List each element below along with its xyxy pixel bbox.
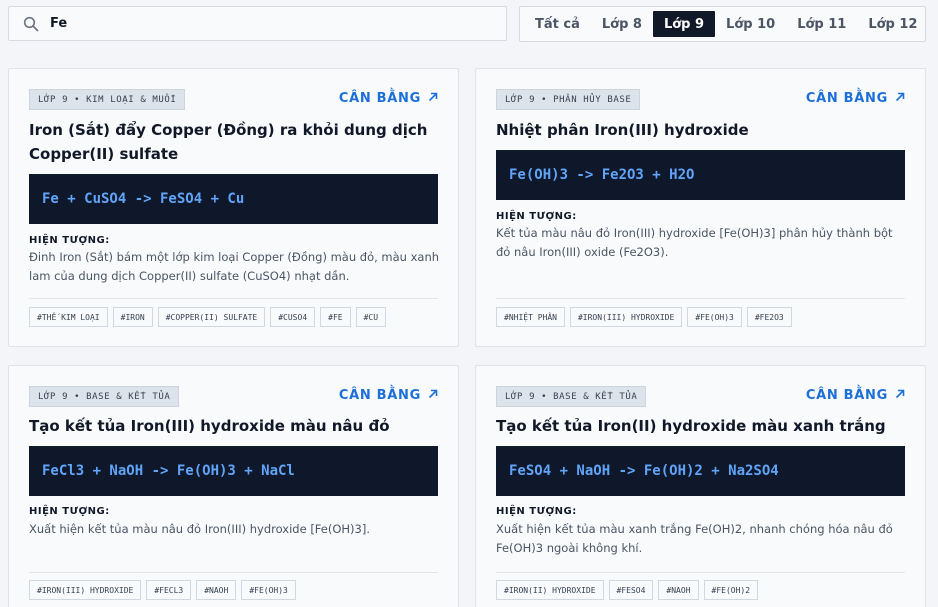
reaction-card[interactable]: LỚP 9 • BASE & KẾT TỦA CÂN BẰNG Tạo kết … — [8, 365, 459, 607]
balance-link[interactable]: CÂN BẰNG — [339, 91, 438, 106]
reaction-title: Iron (Sắt) đẩy Copper (Đồng) ra khỏi dun… — [29, 121, 428, 163]
tab-all[interactable]: Tất cả — [524, 11, 591, 37]
balance-link[interactable]: CÂN BẰNG — [806, 388, 905, 403]
reaction-equation: Fe(OH)3 -> Fe2O3 + H2O — [496, 150, 905, 200]
phenomenon-label: HIỆN TƯỢNG: — [496, 211, 577, 222]
divider — [29, 572, 438, 573]
tab-grade-12[interactable]: Lớp 12 — [857, 11, 928, 37]
tag[interactable]: #CUSO4 — [270, 307, 316, 327]
balance-link[interactable]: CÂN BẰNG — [806, 91, 905, 106]
reaction-equation: FeCl3 + NaOH -> Fe(OH)3 + NaCl — [29, 446, 438, 496]
tag[interactable]: #FE(OH)2 — [703, 580, 759, 600]
phenomenon-text: Xuất hiện kết tủa màu nâu đỏ Iron(III) h… — [29, 522, 371, 536]
tag[interactable]: #NHIỆT PHÂN — [496, 307, 565, 327]
tag[interactable]: #IRON(III) HYDROXIDE — [29, 580, 142, 600]
tag-list: #NHIỆT PHÂN #IRON(III) HYDROXIDE #FE(OH)… — [496, 307, 792, 327]
tag-list: #IRON(III) HYDROXIDE #FECL3 #NAOH #FE(OH… — [29, 580, 296, 600]
tab-grade-11[interactable]: Lớp 11 — [786, 11, 857, 37]
tag-list: #THẾ KIM LOẠI #IRON #COPPER(II) SULFATE … — [29, 307, 387, 327]
reaction-card[interactable]: LỚP 9 • BASE & KẾT TỦA CÂN BẰNG Tạo kết … — [475, 365, 926, 607]
reaction-card[interactable]: LỚP 9 • KIM LOẠI & MUỐI CÂN BẰNG Iron (S… — [8, 68, 459, 347]
tag[interactable]: #NAOH — [658, 580, 699, 600]
arrow-up-right-icon — [895, 91, 905, 106]
tag[interactable]: #FE(OH)3 — [241, 580, 296, 600]
divider — [496, 572, 905, 573]
reaction-equation: FeSO4 + NaOH -> Fe(OH)2 + Na2SO4 — [496, 446, 905, 496]
phenomenon-label: HIỆN TƯỢNG: — [29, 506, 110, 517]
tag[interactable]: #THẾ KIM LOẠI — [29, 307, 108, 327]
search-box[interactable] — [8, 6, 507, 41]
tag[interactable]: #NAOH — [196, 580, 237, 600]
grade-topic-badge: LỚP 9 • PHÂN HỦY BASE — [496, 89, 641, 110]
tab-grade-8[interactable]: Lớp 8 — [591, 11, 653, 37]
reaction-equation: Fe + CuSO4 -> FeSO4 + Cu — [29, 174, 438, 224]
tag[interactable]: #FESO4 — [608, 580, 654, 600]
reaction-title: Nhiệt phân Iron(III) hydroxide — [496, 121, 749, 139]
tag-list: #IRON(II) HYDROXIDE #FESO4 #NAOH #FE(OH)… — [496, 580, 759, 600]
tag[interactable]: #IRON — [112, 307, 153, 327]
phenomenon-text: Xuất hiện kết tủa màu xanh trắng Fe(OH)2… — [496, 522, 893, 555]
grade-topic-badge: LỚP 9 • BASE & KẾT TỦA — [29, 386, 180, 407]
tab-grade-9[interactable]: Lớp 9 — [652, 11, 716, 37]
arrow-up-right-icon — [428, 91, 438, 106]
search-input[interactable] — [50, 16, 470, 31]
top-bar: Tất cả Lớp 8 Lớp 9 Lớp 10 Lớp 11 Lớp 12 — [8, 6, 926, 42]
balance-link[interactable]: CÂN BẰNG — [339, 388, 438, 403]
balance-label: CÂN BẰNG — [338, 388, 421, 403]
tag[interactable]: #FECL3 — [146, 580, 192, 600]
reaction-title: Tạo kết tủa Iron(II) hydroxide màu xanh … — [496, 417, 886, 435]
tab-grade-10[interactable]: Lớp 10 — [715, 11, 786, 37]
divider — [496, 298, 905, 299]
grade-tabs: Tất cả Lớp 8 Lớp 9 Lớp 10 Lớp 11 Lớp 12 — [519, 6, 926, 42]
search-icon — [23, 16, 39, 32]
arrow-up-right-icon — [895, 388, 905, 403]
tag[interactable]: #COPPER(II) SULFATE — [157, 307, 266, 327]
tag[interactable]: #FE2O3 — [746, 307, 792, 327]
tag[interactable]: #CU — [355, 307, 387, 327]
grade-topic-badge: LỚP 9 • BASE & KẾT TỦA — [496, 386, 647, 407]
reaction-title: Tạo kết tủa Iron(III) hydroxide màu nâu … — [29, 417, 390, 435]
tag[interactable]: #FE(OH)3 — [687, 307, 742, 327]
phenomenon-label: HIỆN TƯỢNG: — [496, 506, 577, 517]
balance-label: CÂN BẰNG — [805, 388, 888, 403]
phenomenon-text: Kết tủa màu nâu đỏ Iron(III) hydroxide [… — [496, 226, 893, 259]
balance-label: CÂN BẰNG — [805, 91, 888, 106]
tag[interactable]: #FE — [320, 307, 351, 327]
divider — [29, 298, 438, 299]
tag[interactable]: #IRON(II) HYDROXIDE — [496, 580, 604, 600]
grade-topic-badge: LỚP 9 • KIM LOẠI & MUỐI — [29, 89, 186, 110]
arrow-up-right-icon — [428, 388, 438, 403]
balance-label: CÂN BẰNG — [338, 91, 421, 106]
phenomenon-text: Đinh Iron (Sắt) bám một lớp kim loại Cop… — [29, 250, 440, 283]
phenomenon-label: HIỆN TƯỢNG: — [29, 235, 110, 246]
tag[interactable]: #IRON(III) HYDROXIDE — [569, 307, 683, 327]
reaction-card[interactable]: LỚP 9 • PHÂN HỦY BASE CÂN BẰNG Nhiệt phâ… — [475, 68, 926, 347]
